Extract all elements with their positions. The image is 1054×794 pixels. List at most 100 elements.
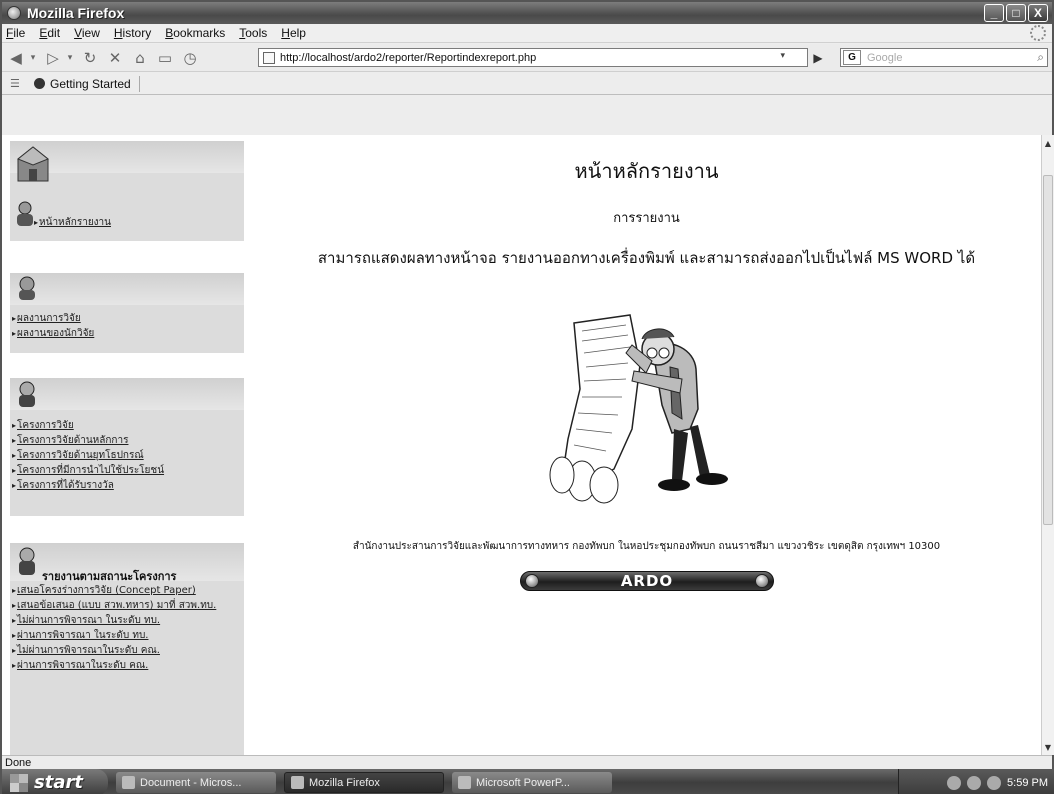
toolbar-divider [138,75,140,92]
history-clock-icon[interactable]: ◷ [179,47,201,69]
panel-header [10,273,244,305]
taskbar: start Document - Micros... Mozilla Firef… [2,769,1054,794]
page-footer-address: สำนักงานประสานการวิจัยและพัฒนาการทางทหาร… [352,541,941,552]
menu-help[interactable]: Help [281,26,306,40]
sidebar-link-passed-committee[interactable]: ผ่านการพิจารณาในระดับ คณ. [10,658,244,673]
scroll-down-icon[interactable]: ▼ [1042,740,1054,754]
back-dropdown-icon[interactable]: ▾ [27,47,39,69]
powerpoint-icon [458,776,471,789]
maximize-button[interactable]: □ [1006,4,1026,22]
forward-arrow-icon[interactable]: ▷ [42,47,64,69]
reload-icon[interactable]: ↻ [79,47,101,69]
menu-file[interactable]: File [6,26,25,40]
bookmark-getting-started[interactable]: Getting Started [34,77,131,91]
task-label: Mozilla Firefox [309,776,380,789]
browser-window: Mozilla Firefox _ □ X File Edit View His… [0,0,1054,794]
home-icon[interactable]: ⌂ [129,47,151,69]
task-label: Microsoft PowerP... [476,776,570,789]
bookmarks-menu-icon[interactable]: ☰ [10,77,24,91]
vertical-scrollbar[interactable]: ▲ ▼ [1041,135,1054,755]
start-label: start [34,772,83,793]
task-powerpoint[interactable]: Microsoft PowerP... [452,772,612,793]
bookmarks-toolbar: ☰ Getting Started [2,73,1052,95]
language-icon[interactable] [947,775,962,790]
title-bar[interactable]: Mozilla Firefox _ □ X [2,2,1052,24]
menu-tools[interactable]: Tools [239,26,267,40]
task-firefox[interactable]: Mozilla Firefox [284,772,444,793]
network-icon[interactable] [967,775,982,790]
menu-bar: File Edit View History Bookmarks Tools H… [2,24,1052,43]
menu-edit[interactable]: Edit [39,26,60,40]
task-word-document[interactable]: Document - Micros... [116,772,276,793]
ardo-right-ball-icon [755,574,769,588]
sidebar-link-passed-army[interactable]: ผ่านการพิจารณา ในระดับ ทบ. [10,628,244,643]
sidebar-link-project-awarded[interactable]: โครงการที่ได้รับรางวัล [10,478,244,493]
menu-bookmarks[interactable]: Bookmarks [165,26,225,40]
system-tray: 5:59 PM [898,769,1054,794]
status-bar: Done [2,755,1052,769]
url-dropdown-icon[interactable]: ▾ [780,51,785,61]
ardo-banner-button[interactable]: ARDO [520,571,774,591]
sidebar-panel-home: หน้าหลักรายงาน [10,141,244,241]
ardo-left-ball-icon [525,574,539,588]
bookmark-label: Getting Started [50,76,131,91]
throbber-icon [1030,25,1046,41]
task-label: Document - Micros... [140,776,242,789]
sidebar-panel-research: ผลงานการวิจัย ผลงานของนักวิจัย [10,273,244,353]
sidebar-link-home[interactable]: หน้าหลักรายงาน [34,215,111,230]
sidebar-panel-projects: โครงการวิจัย โครงการวิจัยด้านหลักการ โคร… [10,378,244,516]
sidebar-link-project[interactable]: โครงการวิจัย [10,418,244,433]
firefox-icon [7,6,21,20]
scroll-thumb[interactable] [1043,175,1053,525]
sidebar-link-project-applied[interactable]: โครงการที่มีการนำไปใช้ประโยชน์ [10,463,244,478]
page-content: หน้าหลักรายงาน ผลงานการวิจัย ผลงานของนัก… [2,135,1041,755]
stop-icon[interactable]: ✕ [104,47,126,69]
search-placeholder[interactable]: Google [867,52,902,64]
worker-icon [19,381,35,407]
minimize-button[interactable]: _ [984,4,1004,22]
reporter-icon [19,547,35,575]
sidebar-link-concept-paper[interactable]: เสนอโครงร่างการวิจัย (Concept Paper) [10,583,244,598]
volume-icon[interactable] [987,775,1002,790]
sidebar-link-research-results[interactable]: ผลงานการวิจัย [10,311,244,326]
word-icon [122,776,135,789]
sidebar-link-project-equipment[interactable]: โครงการวิจัยด้านยุทโธปกรณ์ [10,448,244,463]
url-bar[interactable]: http://localhost/ardo2/reporter/Reportin… [258,48,808,67]
menu-history[interactable]: History [114,26,151,40]
search-box[interactable]: G Google ⌕ [840,48,1048,67]
sidebar-panel-status: รายงานตามสถานะโครงการ เสนอโครงร่างการวิจ… [10,543,244,755]
close-button[interactable]: X [1028,4,1048,22]
researcher-icon [19,276,35,300]
firefox-task-icon [291,776,304,789]
back-arrow-icon[interactable]: ◀ [5,47,27,69]
forward-dropdown-icon[interactable]: ▾ [64,47,76,69]
navigation-toolbar: ◀ ▾ ▷ ▾ ↻ ✕ ⌂ ▭ ◷ http://localhost/ardo2… [2,44,1052,72]
bookmark-icon [34,78,45,89]
page-description: สามารถแสดงผลทางหน้าจอ รายงานออกทางเครื่อ… [317,249,976,267]
person-icon [17,201,33,226]
sidebar-link-proposal[interactable]: เสนอข้อเสนอ (แบบ สวพ.ทหาร) มาที่ สวพ.ทบ. [10,598,244,613]
go-arrow-icon[interactable]: ▶ [810,49,826,66]
start-button[interactable]: start [2,769,108,794]
page-title: หน้าหลักรายงาน [574,159,719,183]
ardo-label: ARDO [620,572,674,590]
sidebar-link-rejected-army[interactable]: ไม่ผ่านการพิจารณา ในระดับ ทบ. [10,613,244,628]
house-icon [17,146,49,182]
sidebar-link-rejected-committee[interactable]: ไม่ผ่านการพิจารณาในระดับ คณ. [10,643,244,658]
scroll-up-icon[interactable]: ▲ [1042,136,1054,150]
url-text[interactable]: http://localhost/ardo2/reporter/Reportin… [280,52,536,64]
panel-header [10,378,244,410]
search-engine-icon[interactable]: G [843,50,861,65]
reading-man-illustration [549,314,728,504]
window-title: Mozilla Firefox [27,5,125,21]
page-subtitle: การรายงาน [613,211,680,226]
page-icon [263,51,275,64]
search-icon[interactable]: ⌕ [1037,50,1044,65]
menu-view[interactable]: View [74,26,100,40]
windows-logo-icon [10,773,28,792]
sidebar-link-project-principles[interactable]: โครงการวิจัยด้านหลักการ [10,433,244,448]
sidebar-link-researcher-works[interactable]: ผลงานของนักวิจัย [10,326,244,341]
clock: 5:59 PM [1007,776,1048,789]
print-icon[interactable]: ▭ [154,47,176,69]
status-text: Done [5,756,32,769]
